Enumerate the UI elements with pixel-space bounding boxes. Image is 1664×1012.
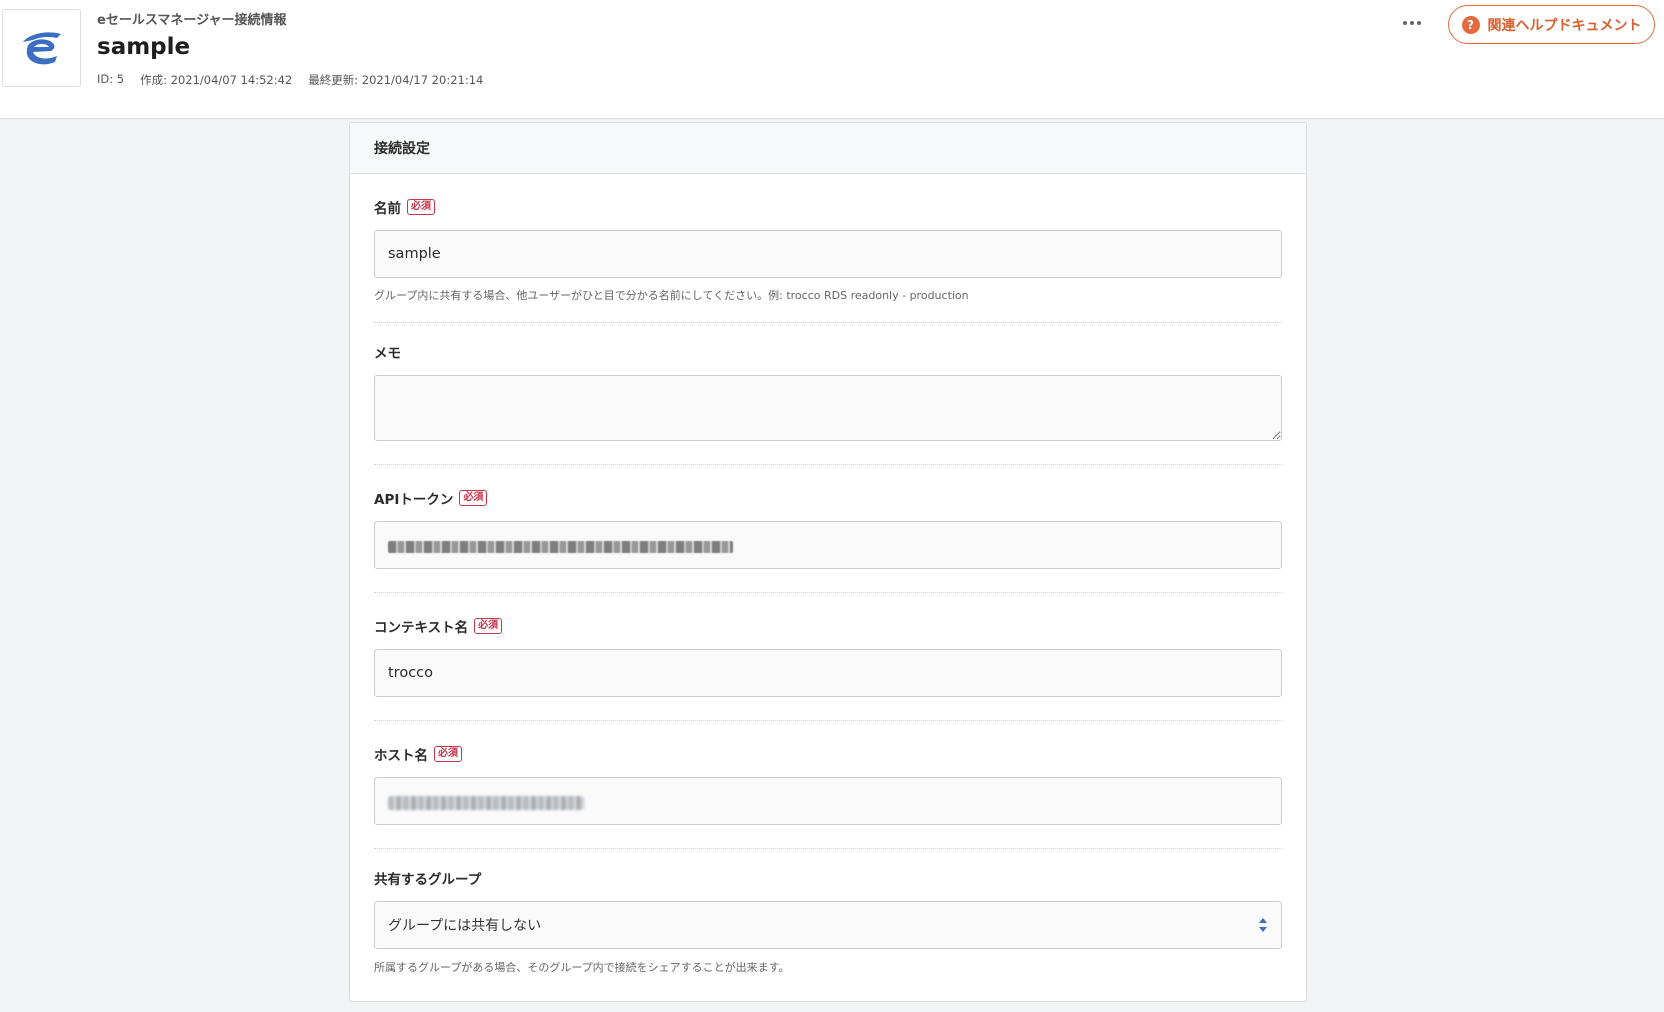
card-title: 接続設定 [350, 123, 1306, 174]
group-select-value: グループには共有しない [388, 918, 542, 934]
group-label-text: 共有するグループ [374, 872, 482, 888]
more-options-button[interactable] [1397, 10, 1427, 36]
divider [374, 464, 1282, 465]
context-label: コンテキスト名 必須 [374, 616, 1282, 636]
divider [374, 592, 1282, 593]
page-header: eセールスマネージャー接続情報 sample ID: 5 作成: 2021/04… [0, 0, 1664, 119]
memo-label-text: メモ [374, 346, 401, 362]
host-label-text: ホスト名 [374, 748, 428, 764]
meta-created: 作成: 2021/04/07 14:52:42 [140, 73, 293, 87]
name-label-text: 名前 [374, 201, 401, 217]
masked-token-value [388, 541, 733, 553]
group-select[interactable]: グループには共有しない [374, 901, 1282, 949]
name-field-group: 名前 必須 グループ内に共有する場合、他ユーザーがひと目で分かる名前にしてくださ… [374, 197, 1282, 302]
page-title: sample [97, 34, 191, 60]
connection-type-label: eセールスマネージャー接続情報 [97, 13, 287, 28]
memo-textarea[interactable] [374, 375, 1282, 441]
divider [374, 322, 1282, 323]
context-field-group: コンテキスト名 必須 [374, 616, 1282, 697]
required-badge: 必須 [459, 490, 488, 506]
host-field-group: ホスト名 必須 [374, 744, 1282, 825]
connection-settings-card: 接続設定 名前 必須 グループ内に共有する場合、他ユーザーがひと目で分かる名前に… [349, 122, 1307, 1002]
ellipsis-icon [1403, 21, 1421, 25]
api-token-label-text: APIトークン [374, 492, 454, 508]
api-token-field-group: APIトークン 必須 [374, 488, 1282, 569]
meta-id: ID: 5 [97, 72, 125, 86]
required-badge: 必須 [474, 618, 503, 634]
api-token-label: APIトークン 必須 [374, 488, 1282, 508]
help-docs-label: 関連ヘルプドキュメント [1487, 17, 1642, 34]
question-icon: ? [1461, 15, 1480, 34]
required-badge: 必須 [434, 746, 462, 762]
group-field-group: 共有するグループ グループには共有しない 所属するグループがある場合、そのグルー… [374, 868, 1282, 974]
meta-info: ID: 5 作成: 2021/04/07 14:52:42 最終更新: 2021… [97, 72, 483, 88]
api-token-input[interactable] [374, 521, 1282, 569]
memo-field-group: メモ [374, 342, 1282, 441]
masked-host-value [388, 796, 584, 810]
esales-logo-icon [22, 32, 61, 65]
memo-label: メモ [374, 342, 1282, 362]
divider [374, 848, 1282, 849]
select-arrows-icon [1259, 918, 1267, 932]
host-input[interactable] [374, 777, 1282, 825]
help-docs-button[interactable]: ? 関連ヘルプドキュメント [1448, 5, 1655, 44]
context-label-text: コンテキスト名 [374, 620, 469, 636]
esales-manager-logo [2, 9, 81, 87]
host-label: ホスト名 必須 [374, 744, 1282, 764]
group-help-text: 所属するグループがある場合、そのグループ内で接続をシェアすることが出来ます。 [374, 961, 790, 974]
meta-updated: 最終更新: 2021/04/17 20:21:14 [308, 73, 484, 87]
divider [374, 720, 1282, 721]
context-input[interactable] [374, 649, 1282, 697]
name-label: 名前 必須 [374, 197, 1282, 217]
name-input[interactable] [374, 230, 1282, 278]
name-help-text: グループ内に共有する場合、他ユーザーがひと目で分かる名前にしてください。例: t… [374, 289, 969, 302]
group-label: 共有するグループ [374, 868, 1282, 888]
required-badge: 必須 [407, 199, 435, 215]
